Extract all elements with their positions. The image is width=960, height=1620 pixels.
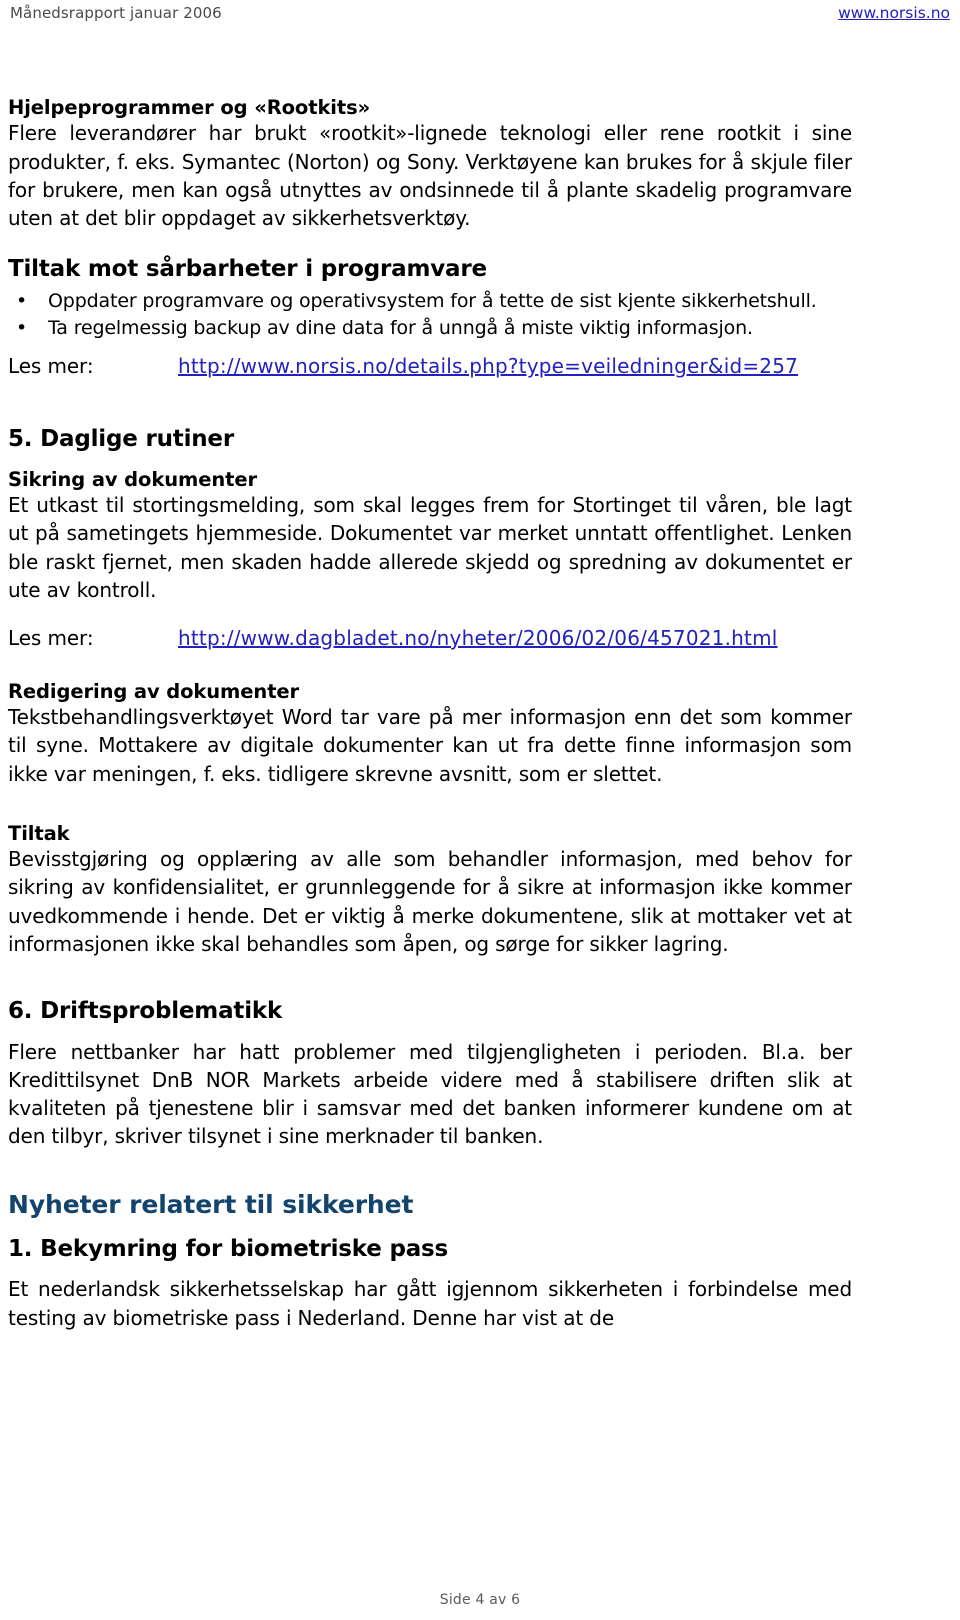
heading-redigering-av-dokumenter: Redigering av dokumenter	[8, 679, 300, 703]
heading-rootkits: Hjelpeprogrammer og «Rootkits»	[8, 96, 371, 119]
heading-nyheter-relatert-til-sikkerhet: Nyheter relatert til sikkerhet	[8, 1190, 414, 1220]
lesmer-label: Les mer:	[8, 354, 94, 379]
bullet-glyph: •	[16, 316, 28, 339]
document-page: Månedsrapport januar 2006 www.norsis.no …	[0, 0, 960, 1620]
paragraph-rootkits: Flere leverandører har brukt «rootkit»-l…	[8, 121, 852, 230]
heading-tiltak-sarbarheter: Tiltak mot sårbarheter i programvare	[8, 256, 487, 283]
heading-daglige-rutiner: 5. Daglige rutiner	[8, 426, 234, 453]
paragraph-redigering-av-dokumenter: Tekstbehandlingsverktøyet Word tar vare …	[8, 705, 852, 786]
site-url-link[interactable]: www.norsis.no	[838, 4, 950, 22]
paragraph-bekymring-biometriske-pass: Et nederlandsk sikkerhetsselskap har gåt…	[8, 1277, 852, 1330]
report-title: Månedsrapport januar 2006	[10, 4, 222, 22]
running-footer: Side 4 av 6	[0, 1592, 960, 1608]
heading-driftsproblematikk: 6. Driftsproblematikk	[8, 998, 283, 1024]
tiltak-bullet-list: • Oppdater programvare og operativsystem…	[8, 288, 852, 341]
lesmer-link-dagbladet[interactable]: http://www.dagbladet.no/nyheter/2006/02/…	[178, 624, 778, 652]
document-body: Hjelpeprogrammer og «Rootkits» Flere lev…	[8, 96, 852, 1332]
lesmer-row-dagbladet: Les mer: http://www.dagbladet.no/nyheter…	[8, 624, 852, 652]
heading-tiltak: Tiltak	[8, 821, 70, 845]
list-item: • Ta regelmessig backup av dine data for…	[8, 315, 852, 341]
page-number-label: Side 4 av 6	[439, 1592, 521, 1608]
lesmer-label: Les mer:	[8, 625, 94, 650]
bullet-glyph: •	[16, 289, 28, 312]
running-header: Månedsrapport januar 2006 www.norsis.no	[0, 0, 960, 34]
lesmer-row-norsis: Les mer: http://www.norsis.no/details.ph…	[8, 352, 852, 380]
list-item-label: Oppdater programvare og operativsystem f…	[48, 289, 817, 312]
paragraph-driftsproblematikk: Flere nettbanker har hatt problemer med …	[8, 1039, 852, 1149]
list-item-label: Ta regelmessig backup av dine data for å…	[48, 316, 753, 339]
paragraph-tiltak: Bevisstgjøring og opplæring av alle som …	[8, 847, 852, 956]
lesmer-link-norsis[interactable]: http://www.norsis.no/details.php?type=ve…	[178, 352, 798, 380]
list-item: • Oppdater programvare og operativsystem…	[8, 288, 852, 314]
paragraph-sikring-av-dokumenter: Et utkast til stortingsmelding, som skal…	[8, 493, 852, 602]
heading-sikring-av-dokumenter: Sikring av dokumenter	[8, 467, 257, 491]
heading-bekymring-biometriske-pass: 1. Bekymring for biometriske pass	[8, 1235, 449, 1262]
